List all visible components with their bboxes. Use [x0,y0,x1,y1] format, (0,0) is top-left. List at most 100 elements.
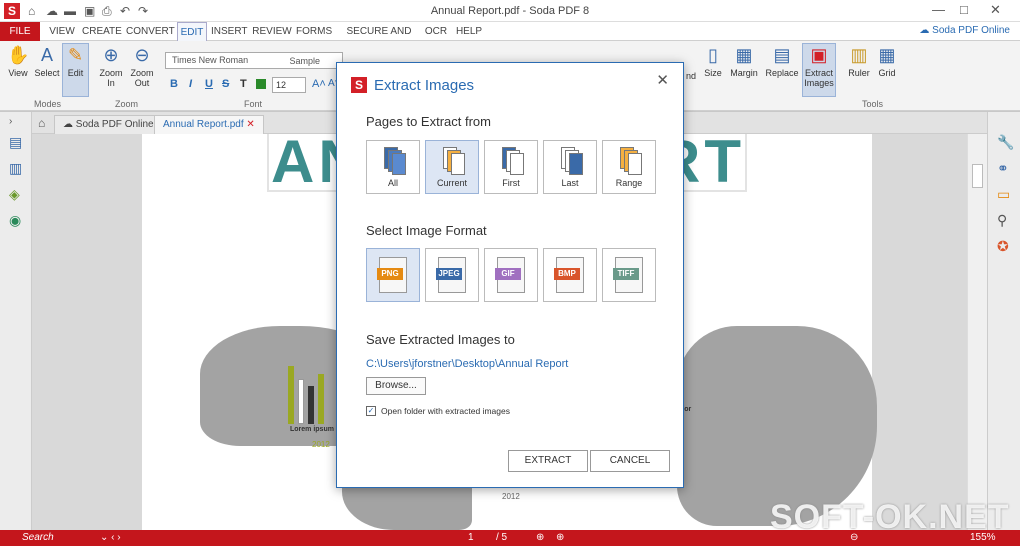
save-heading: Save Extracted Images to [366,332,515,347]
attachment-icon[interactable]: ⚲ [997,212,1007,229]
size-button[interactable]: ▯ Size [702,44,724,78]
nd-button[interactable]: nd [684,71,698,81]
tab-annual-report[interactable]: Annual Report.pdf ✕ [154,115,264,134]
format-tiff[interactable]: TIFF [602,248,656,302]
current-page-icon [439,147,467,177]
wrench-icon[interactable]: 🔧 [997,134,1014,151]
highlight-color-icon[interactable] [256,79,266,89]
close-icon[interactable]: ✕ [656,71,669,89]
menu-convert[interactable]: CONVERT [126,22,175,41]
underline-button[interactable]: U [205,78,213,90]
watermark-logo: SOFT-OK.NET [770,498,1010,536]
home-tab-icon[interactable]: ⌂ [38,116,45,130]
last-page-icon[interactable]: ⊕ [556,532,564,543]
select-button[interactable]: A Select [34,44,60,78]
right-panel: 🔧 ⚭ ▭ ⚲ ✪ [987,112,1020,530]
grow-font-icon[interactable]: A˄ [312,78,326,90]
window-title: Annual Report.pdf - Soda PDF 8 [430,5,590,17]
page-option-range[interactable]: Range [602,140,656,194]
bookmarks-panel-icon[interactable]: ▥ [9,160,22,177]
page-option-last[interactable]: Last [543,140,597,194]
scrollbar-thumb[interactable] [972,164,983,188]
font-size-select[interactable]: 12 [272,77,306,93]
strike-button[interactable]: S [222,78,229,90]
ruler-icon: ▥ [850,45,868,65]
text-color-button[interactable]: T [240,78,247,90]
format-bmp[interactable]: BMP [543,248,597,302]
binoculars-icon[interactable]: ⚭ [997,160,1009,177]
jpeg-file-icon: JPEG [436,257,466,293]
menu-review[interactable]: REVIEW [252,22,292,41]
comment-icon[interactable]: ▭ [997,186,1010,203]
grid-button[interactable]: ▦ Grid [876,44,898,78]
tiff-label: TIFF [613,268,639,280]
browse-button[interactable]: Browse... [366,377,426,395]
open-folder-checkbox[interactable]: ✓ [366,406,376,416]
extract-images-icon: ▣ [810,45,828,65]
italic-button[interactable]: I [189,78,192,90]
zoom-in-button[interactable]: ⊕ Zoom In [98,44,124,88]
page-number-input[interactable]: 1 [468,532,474,543]
zoom-out-button[interactable]: ⊖ Zoom Out [128,44,156,88]
search-field[interactable]: Search [22,532,54,543]
replace-button[interactable]: ▤ Replace [764,44,800,78]
menu-create[interactable]: CREATE [82,22,122,41]
close-window-icon[interactable]: ✕ [990,2,1001,18]
page-option-all[interactable]: All [366,140,420,194]
select-text-icon: A [40,45,53,65]
vertical-scrollbar[interactable] [967,134,987,530]
cancel-button[interactable]: CANCEL [590,450,670,472]
next-page-icon[interactable]: ⊕ [536,532,544,543]
maximize-icon[interactable]: □ [960,2,968,17]
png-file-icon: PNG [377,257,407,293]
menu-view[interactable]: VIEW [46,22,78,41]
extract-images-dialog: S Extract Images ✕ Pages to Extract from… [336,62,684,488]
search-arrows-icon[interactable]: ⌄ ‹ › [100,532,121,543]
menu-secure-sign[interactable]: SECURE AND SIGN [338,22,420,56]
view-button[interactable]: ✋ View [6,44,30,78]
font-sample: Sample [289,56,320,66]
gif-label: GIF [495,268,521,280]
extract-images-label: Extract Images [804,68,834,88]
format-png[interactable]: PNG [366,248,420,302]
save-path-link[interactable]: C:\Users\jforstner\Desktop\Annual Report [366,358,568,370]
menu-insert[interactable]: INSERT [211,22,248,41]
pages-heading: Pages to Extract from [366,114,491,129]
last-page-icon [557,147,585,177]
grid-label: Grid [878,68,896,78]
badge-icon[interactable]: ✪ [997,238,1009,255]
pages-panel-icon[interactable]: ▤ [9,134,22,151]
layers-panel-icon[interactable]: ◈ [9,186,20,203]
menu-forms[interactable]: FORMS [296,22,332,41]
edit-button[interactable]: ✎ Edit [62,43,89,97]
soda-online-link[interactable]: ☁ Soda PDF Online [919,25,1010,36]
page-option-first[interactable]: First [484,140,538,194]
bold-button[interactable]: B [170,78,178,90]
extract-button[interactable]: EXTRACT [508,450,588,472]
format-gif[interactable]: GIF [484,248,538,302]
menu-file[interactable]: FILE [0,22,40,41]
ruler-button[interactable]: ▥ Ruler [846,44,872,78]
attachments-panel-icon[interactable]: ◉ [9,212,21,229]
world-map-image-3 [677,326,877,526]
left-panel: › ▤ ▥ ◈ ◉ [0,112,32,530]
expand-panel-icon[interactable]: › [9,116,12,127]
soda-online-label: Soda PDF Online [932,25,1010,36]
menu-ocr[interactable]: OCR [424,22,448,41]
tab-soda-online[interactable]: ☁ Soda PDF Online [54,115,163,134]
minimize-icon[interactable]: — [932,2,945,17]
edit-label: Edit [67,68,84,78]
font-name-select[interactable]: Times New Roman Sample [165,52,343,69]
map-year-label: 2012 [312,440,330,449]
margin-button[interactable]: ▦ Margin [728,44,760,78]
nd-label: nd [685,71,696,81]
page-option-current[interactable]: Current [425,140,479,194]
bmp-label: BMP [554,268,580,280]
bar-chart-graphic-3 [308,386,314,424]
format-jpeg[interactable]: JPEG [425,248,479,302]
menu-edit[interactable]: EDIT [177,22,207,41]
tab-annual-report-label: Annual Report.pdf [163,119,244,130]
menu-help[interactable]: HELP [454,22,484,41]
close-tab-icon[interactable]: ✕ [246,119,254,130]
extract-images-button[interactable]: ▣ Extract Images [802,43,836,97]
